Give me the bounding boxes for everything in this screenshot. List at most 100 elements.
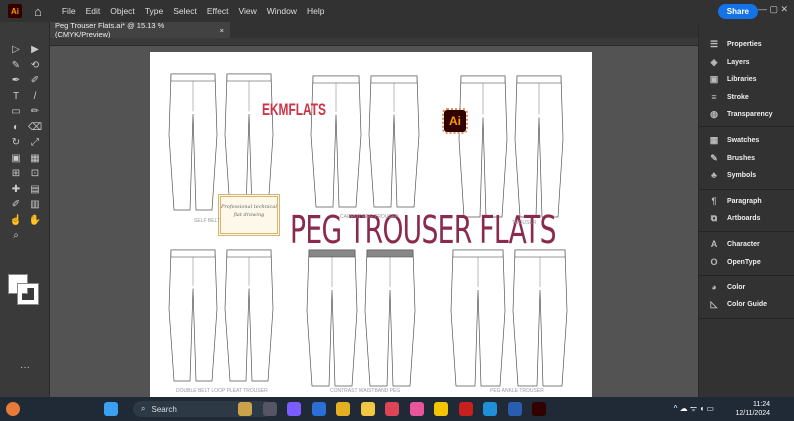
artboard: EKMFLATS Ai Professional technical flat … (150, 52, 592, 397)
menu-view[interactable]: View (238, 6, 256, 16)
tool-icon[interactable]: ◐ (9, 122, 23, 133)
right-panel-dock: ☰ Properties ◈ Layers ▣ Libraries ≡ Stroke ◍ Tran… (698, 22, 794, 397)
cortana-icon[interactable] (311, 402, 326, 416)
panel-symbols[interactable]: ♣ Symbols (707, 170, 756, 180)
label-double-belt-loop: DOUBLE BELT LOOP PLEAT TROUSER (176, 388, 268, 394)
tool-icon[interactable]: ▣ (9, 153, 23, 164)
tool-icon[interactable]: ▥ (28, 199, 42, 210)
share-button[interactable]: Share (717, 4, 758, 19)
menu-effect[interactable]: Effect (207, 6, 229, 16)
sticky-notes-icon[interactable] (434, 402, 448, 416)
snipping-icon[interactable] (385, 402, 399, 416)
more-tools-icon[interactable]: ··· (18, 362, 32, 373)
trouser-flat (368, 75, 420, 208)
search-box[interactable]: ⌕ Search (133, 401, 273, 417)
panel-label: Artboards (727, 215, 761, 222)
tool-icon[interactable]: ▤ (28, 184, 42, 195)
tool-icon[interactable]: ✚ (9, 184, 23, 195)
panel-brushes[interactable]: ✎ Brushes (707, 153, 755, 164)
panel-label: Symbols (727, 171, 757, 179)
panel-artboards[interactable]: ⧉ Artboards (707, 213, 761, 224)
fill-stroke-swatch[interactable] (8, 274, 39, 305)
tool-icon[interactable]: ▭ (9, 106, 23, 117)
tool-icon[interactable]: ▶ (28, 44, 42, 55)
brand-text: EKMFLATS (262, 100, 326, 119)
tool-icon[interactable]: ✎ (9, 60, 23, 71)
menu-help[interactable]: Help (307, 6, 324, 16)
tool-icon[interactable]: ▷ (9, 44, 23, 55)
window-controls[interactable]: — ▢ ✕ (758, 4, 788, 15)
start-icon[interactable] (104, 402, 118, 416)
label-contrast-waistband: CONTRAST WAISTBAND PEG (330, 388, 401, 394)
tool-icon[interactable]: ⤢ (28, 137, 42, 148)
trouser-flat (512, 249, 568, 387)
paragraph-icon: ¶ (711, 196, 717, 206)
panel-transparency[interactable]: ◍ Transparency (707, 109, 772, 120)
tool-icon[interactable]: ☝ (9, 215, 23, 226)
tool-icon[interactable]: ↻ (9, 137, 23, 148)
menu-edit[interactable]: Edit (86, 6, 101, 16)
panel-label: Character (727, 240, 760, 248)
panel-character[interactable]: A Character (707, 239, 760, 249)
tool-icon[interactable]: ✐ (28, 75, 42, 86)
file-explorer-icon[interactable] (360, 402, 375, 416)
panel-stroke[interactable]: ≡ Stroke (707, 92, 748, 102)
panel-layers[interactable]: ◈ Layers (707, 57, 750, 68)
ai-badge: Ai (442, 108, 468, 134)
tool-icon[interactable]: / (28, 91, 42, 102)
menu-select[interactable]: Select (173, 6, 197, 16)
panel-color[interactable]: ◕ Color (707, 282, 745, 292)
color-guide-icon: ◺ (710, 299, 718, 309)
tool-icon[interactable]: ✋ (28, 215, 42, 226)
acrobat-icon[interactable] (458, 402, 473, 416)
system-tray-icons[interactable]: ^ ☁ ᯤ ◖ ▭ (674, 403, 714, 414)
panel-opentype[interactable]: O OpenType (707, 257, 760, 267)
tool-icon[interactable]: ⟲ (28, 60, 42, 71)
tool-icon[interactable]: ✒ (9, 75, 23, 86)
menu-type[interactable]: Type (145, 6, 163, 16)
trouser-flat (224, 73, 274, 211)
tool-icon[interactable]: ✐ (9, 199, 23, 210)
trouser-flat (168, 249, 218, 382)
document-tab[interactable]: Peg Trouser Flats.ai* @ 15.13 % (CMYK/Pr… (50, 21, 230, 39)
close-tab-icon[interactable]: × (220, 26, 224, 35)
menu-file[interactable]: File (62, 6, 76, 16)
canvas[interactable]: EKMFLATS Ai Professional technical flat … (50, 46, 698, 397)
panel-libraries[interactable]: ▣ Libraries (707, 74, 757, 85)
horizontal-ruler (50, 38, 698, 46)
taskbar: ⌕ Search 11:24 12/11/2024 ^ ☁ ᯤ ◖ ▭ (0, 397, 794, 421)
weather-icon[interactable] (6, 402, 20, 416)
copilot-icon[interactable] (287, 402, 301, 416)
transparency-icon: ◍ (710, 109, 718, 119)
app-logo: Ai (8, 4, 22, 18)
libraries-icon: ▣ (709, 74, 719, 84)
panel-paragraph[interactable]: ¶ Paragraph (707, 196, 761, 206)
panel-divider (699, 275, 794, 276)
trouser-flat (514, 75, 564, 218)
menu-window[interactable]: Window (267, 6, 297, 16)
stroke-icon: ≡ (711, 92, 717, 102)
tool-icon[interactable]: ⌫ (28, 122, 42, 133)
edge-icon[interactable] (483, 402, 497, 416)
widget-icon[interactable] (238, 402, 252, 416)
chrome-icon[interactable] (336, 402, 350, 416)
label-carrot-peg: CARROT PEG TROUSER (340, 214, 399, 220)
tool-icon[interactable]: ⊞ (9, 168, 23, 179)
panel-color-guide[interactable]: ◺ Color Guide (707, 299, 768, 310)
panel-divider (699, 126, 794, 127)
opentype-icon: O (710, 257, 718, 267)
menu-object[interactable]: Object (110, 6, 135, 16)
tool-icon[interactable]: ⊡ (28, 168, 42, 179)
panel-properties[interactable]: ☰ Properties (707, 39, 762, 50)
task-view-icon[interactable] (262, 402, 277, 416)
photos-icon[interactable] (409, 402, 424, 416)
panel-swatches[interactable]: ▦ Swatches (707, 135, 760, 146)
word-icon[interactable] (507, 402, 522, 416)
tool-icon[interactable]: ▦ (28, 153, 42, 164)
tool-icon[interactable]: ✏ (28, 106, 42, 117)
home-icon[interactable]: ⌂ (34, 4, 42, 19)
clock[interactable]: 11:24 12/11/2024 (735, 400, 770, 418)
tool-icon[interactable]: T (9, 91, 23, 102)
illustrator-icon[interactable] (532, 402, 546, 416)
tool-icon[interactable]: ⌕ (9, 230, 23, 241)
